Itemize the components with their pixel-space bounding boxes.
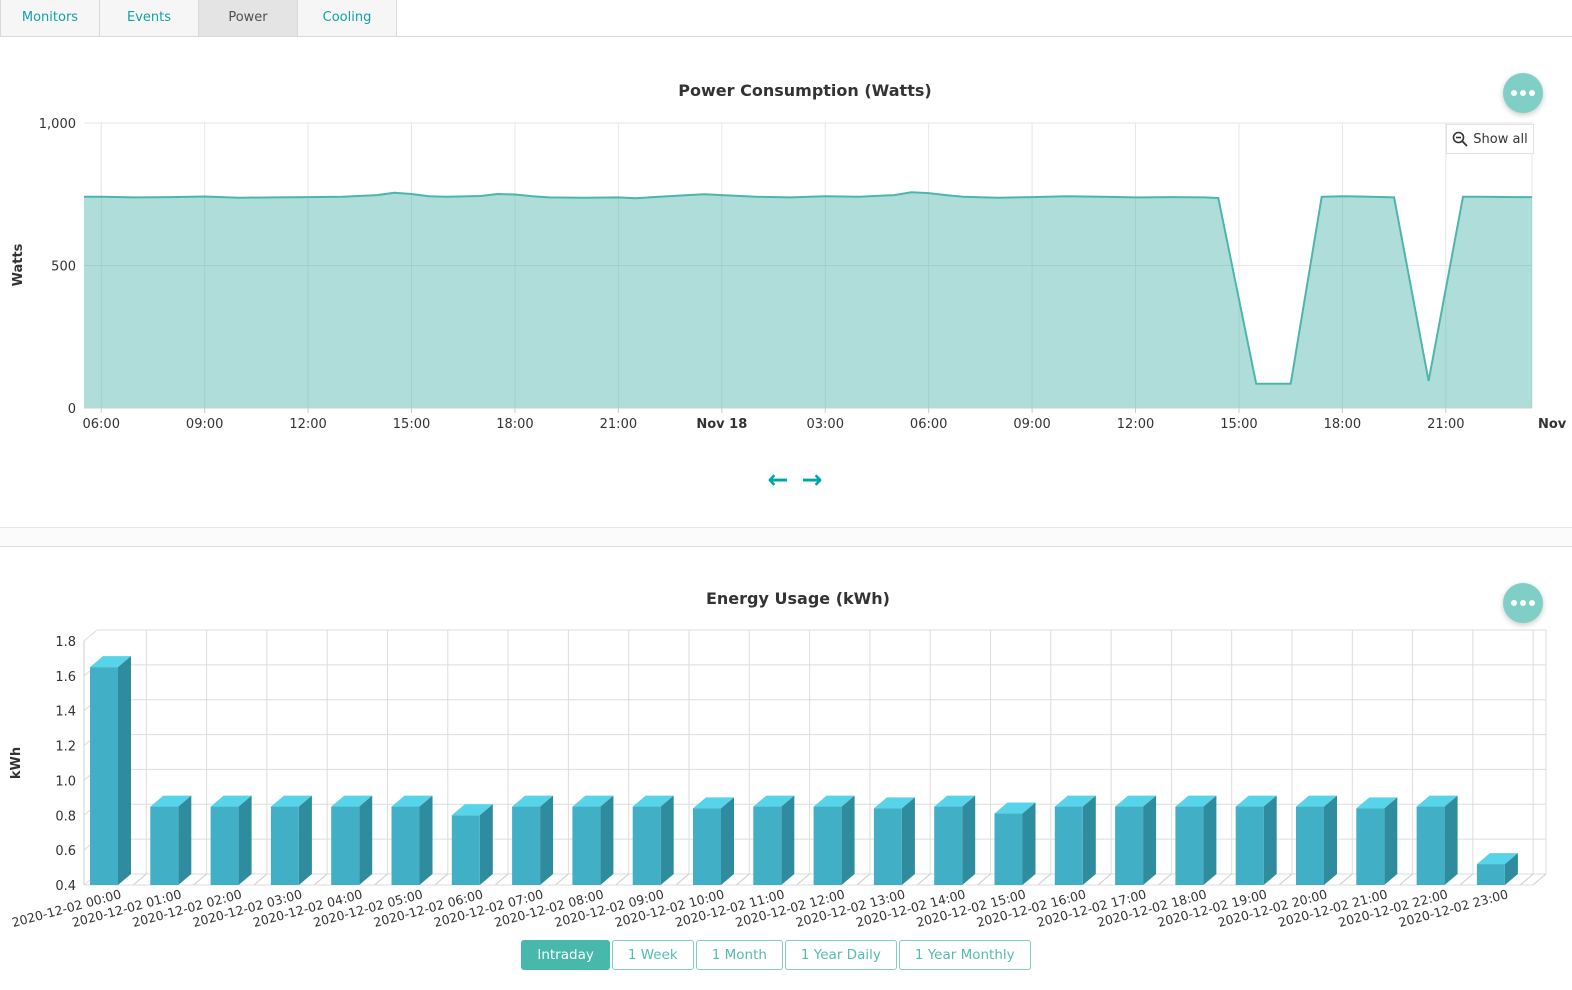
- ellipsis-icon: [1511, 90, 1535, 96]
- energy-x-axis-labels: 2020-12-02 00:002020-12-02 01:002020-12-…: [10, 886, 1510, 930]
- svg-text:12:00: 12:00: [1117, 417, 1154, 432]
- tab-monitors[interactable]: Monitors: [0, 0, 100, 36]
- energy-bar-chart[interactable]: 0.4 0.6 0.8 1.0 1.2 1.4 1.6 1.8 kWh 2020-12-02 00…: [0, 620, 1572, 938]
- power-area-series[interactable]: [84, 192, 1532, 408]
- svg-text:1.2: 1.2: [55, 740, 76, 755]
- bar-04:00[interactable]: [331, 796, 372, 885]
- bar-05:00[interactable]: [392, 796, 433, 885]
- power-y-axis-labels: 0 500 1,000: [39, 117, 76, 417]
- range-1yeardaily-button[interactable]: 1 Year Daily: [785, 940, 897, 970]
- bar-23:00[interactable]: [1477, 853, 1518, 885]
- bar-11:00[interactable]: [753, 796, 794, 885]
- svg-text:15:00: 15:00: [393, 417, 430, 432]
- svg-text:1.6: 1.6: [55, 670, 76, 685]
- range-1yearmonthly-button[interactable]: 1 Year Monthly: [899, 940, 1031, 970]
- bar-00:00[interactable]: [90, 656, 131, 885]
- svg-text:03:00: 03:00: [807, 417, 844, 432]
- bar-06:00[interactable]: [452, 804, 493, 885]
- show-all-label: Show all: [1473, 132, 1527, 147]
- svg-text:06:00: 06:00: [910, 417, 947, 432]
- energy-y-axis-title: kWh: [9, 747, 24, 779]
- tab-events[interactable]: Events: [100, 0, 199, 36]
- show-all-button[interactable]: Show all: [1446, 124, 1534, 154]
- svg-text:0.6: 0.6: [55, 844, 76, 859]
- next-arrow-button[interactable]: →: [802, 463, 823, 497]
- svg-text:1,000: 1,000: [39, 117, 76, 132]
- svg-text:15:00: 15:00: [1220, 417, 1257, 432]
- bar-15:00[interactable]: [995, 803, 1036, 885]
- svg-text:1.0: 1.0: [55, 774, 76, 789]
- range-intraday-button[interactable]: Intraday: [521, 940, 610, 970]
- svg-text:21:00: 21:00: [1427, 417, 1464, 432]
- range-selector: Intraday 1 Week 1 Month 1 Year Daily 1 Y…: [0, 940, 1552, 970]
- energy-chart-title: Energy Usage (kWh): [0, 589, 1572, 608]
- bar-08:00[interactable]: [572, 796, 613, 885]
- energy-menu-button[interactable]: [1503, 583, 1543, 623]
- svg-text:09:00: 09:00: [1013, 417, 1050, 432]
- bar-01:00[interactable]: [150, 796, 191, 885]
- energy-bar-series[interactable]: [90, 656, 1518, 885]
- bar-13:00[interactable]: [874, 797, 915, 885]
- svg-text:0.4: 0.4: [55, 879, 76, 894]
- svg-text:Nov 19: Nov 19: [1538, 417, 1572, 432]
- range-1month-button[interactable]: 1 Month: [696, 940, 783, 970]
- bar-03:00[interactable]: [271, 796, 312, 885]
- power-menu-button[interactable]: [1503, 73, 1543, 113]
- energy-y-axis-labels: 0.4 0.6 0.8 1.0 1.2 1.4 1.6 1.8: [55, 635, 76, 894]
- prev-arrow-button[interactable]: ←: [768, 463, 789, 497]
- bar-14:00[interactable]: [934, 796, 975, 885]
- bar-18:00[interactable]: [1175, 796, 1216, 885]
- svg-text:Nov 18: Nov 18: [696, 417, 747, 432]
- tab-bar: Monitors Events Power Cooling: [0, 0, 1572, 37]
- bar-20:00[interactable]: [1296, 796, 1337, 885]
- svg-text:0: 0: [68, 402, 76, 417]
- svg-text:0.8: 0.8: [55, 809, 76, 824]
- power-chart-title: Power Consumption (Watts): [0, 81, 1572, 100]
- svg-text:06:00: 06:00: [83, 417, 120, 432]
- svg-text:21:00: 21:00: [600, 417, 637, 432]
- zoom-out-icon: [1452, 131, 1468, 147]
- svg-text:18:00: 18:00: [496, 417, 533, 432]
- bar-10:00[interactable]: [693, 797, 734, 885]
- bar-07:00[interactable]: [512, 796, 553, 885]
- bar-09:00[interactable]: [633, 796, 674, 885]
- svg-text:500: 500: [51, 260, 76, 275]
- bar-12:00[interactable]: [814, 796, 855, 885]
- svg-text:09:00: 09:00: [186, 417, 223, 432]
- tab-cooling[interactable]: Cooling: [298, 0, 397, 36]
- power-page: Monitors Events Power Cooling Power Cons…: [0, 0, 1572, 990]
- svg-text:18:00: 18:00: [1324, 417, 1361, 432]
- ellipsis-icon: [1511, 600, 1535, 606]
- section-divider: [0, 527, 1572, 547]
- svg-text:1.4: 1.4: [55, 705, 76, 720]
- bar-21:00[interactable]: [1356, 797, 1397, 885]
- bar-19:00[interactable]: [1236, 796, 1277, 885]
- power-y-axis-title: Watts: [11, 243, 26, 286]
- tab-power[interactable]: Power: [199, 0, 298, 36]
- svg-text:1.8: 1.8: [55, 635, 76, 650]
- bar-02:00[interactable]: [211, 796, 252, 885]
- power-x-axis-labels: 06:00 09:00 12:00 15:00 18:00 21:00 Nov 18 03:0…: [83, 408, 1572, 432]
- bar-17:00[interactable]: [1115, 796, 1156, 885]
- range-1week-button[interactable]: 1 Week: [612, 940, 694, 970]
- bar-16:00[interactable]: [1055, 796, 1096, 885]
- svg-text:12:00: 12:00: [289, 417, 326, 432]
- bar-22:00[interactable]: [1417, 796, 1458, 885]
- chart-pagination: ← →: [0, 463, 1572, 497]
- power-area-chart[interactable]: 06:00 09:00 12:00 15:00 18:00 21:00 Nov 18 03:0…: [0, 115, 1572, 450]
